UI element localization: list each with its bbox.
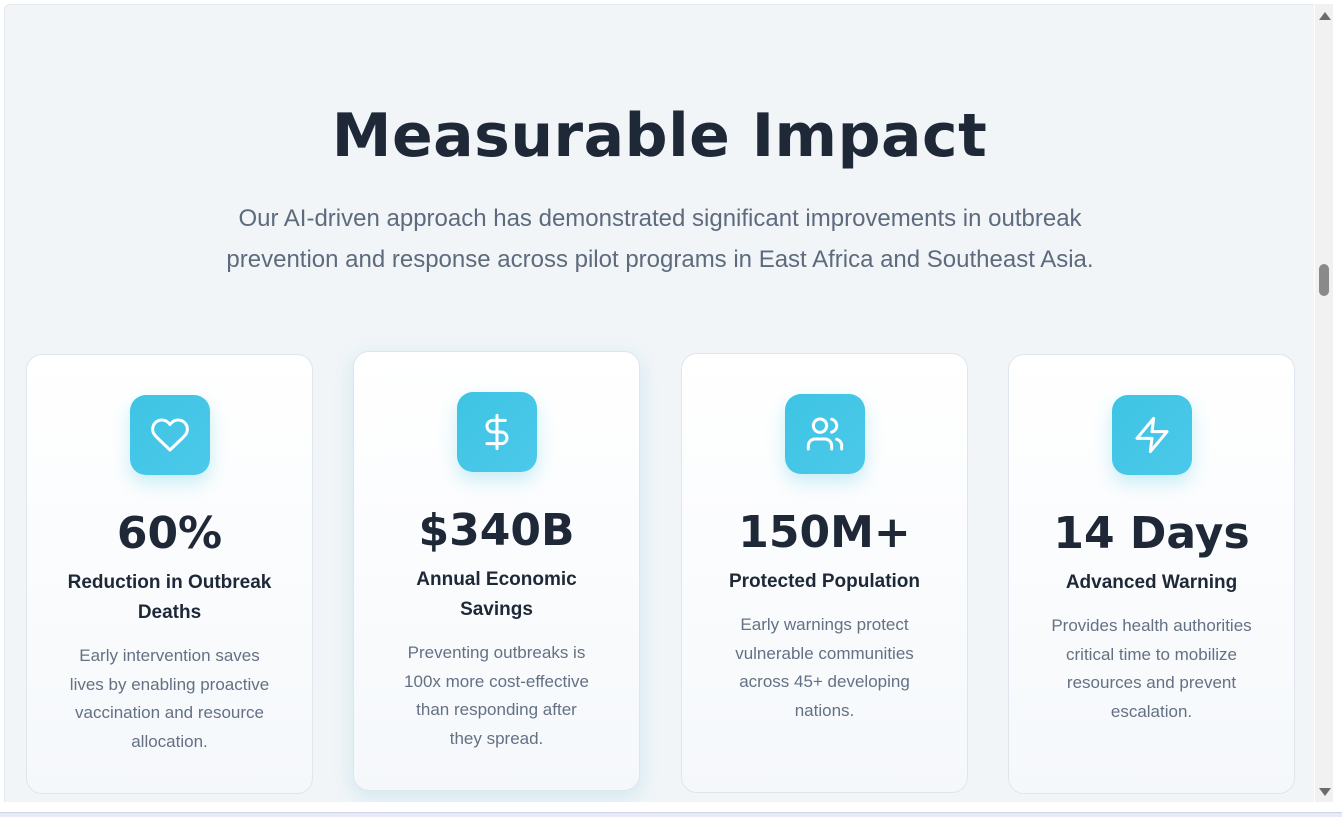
window-bottom-edge bbox=[0, 812, 1342, 817]
stat-value: 60% bbox=[116, 508, 223, 559]
stat-label-line-1: Reduction in Outbreak bbox=[67, 572, 272, 593]
desc-line: Preventing outbreaks is bbox=[407, 643, 586, 662]
desc-line: across 45+ developing bbox=[739, 672, 910, 691]
stat-label-line-2: Savings bbox=[460, 599, 533, 620]
stat-label: Reduction in Outbreak Deaths bbox=[57, 568, 282, 628]
scrollbar-thumb[interactable] bbox=[1319, 264, 1329, 296]
desc-line: critical time to mobilize bbox=[1066, 644, 1237, 664]
desc-line: than responding after bbox=[416, 700, 577, 719]
lightning-icon bbox=[1135, 416, 1168, 454]
stat-value: $340B bbox=[418, 505, 575, 556]
subtitle-line-2: prevention and response across pilot pro… bbox=[226, 246, 1094, 273]
stat-description: Early intervention saves lives by enabli… bbox=[63, 642, 276, 756]
stat-value: 150M+ bbox=[738, 507, 911, 558]
desc-line: Early intervention saves bbox=[79, 646, 260, 665]
stat-description: Preventing outbreaks is 100x more cost-e… bbox=[390, 639, 603, 753]
stat-label: Annual Economic Savings bbox=[384, 565, 609, 625]
stat-card-savings: $340B Annual Economic Savings Preventing… bbox=[353, 351, 640, 791]
stat-label-line-1: Annual Economic bbox=[416, 569, 577, 590]
desc-line: allocation. bbox=[131, 731, 208, 751]
stat-description: Provides health authorities critical tim… bbox=[1037, 612, 1266, 726]
stat-label-line-1: Advanced Warning bbox=[1065, 572, 1238, 593]
stat-card-population: 150M+ Protected Population Early warning… bbox=[681, 353, 968, 793]
desc-line: escalation. bbox=[1110, 701, 1193, 721]
desc-line: resources and prevent bbox=[1066, 673, 1237, 692]
desc-line: nations. bbox=[794, 700, 855, 720]
stat-card-deaths: 60% Reduction in Outbreak Deaths Early i… bbox=[26, 354, 313, 794]
section-title: Measurable Impact bbox=[331, 101, 988, 171]
stat-label: Protected Population bbox=[712, 567, 937, 597]
stat-label-line-1: Protected Population bbox=[728, 571, 921, 592]
desc-line: lives by enabling proactive bbox=[69, 674, 270, 694]
subtitle-line-1: Our AI-driven approach has demonstrated … bbox=[238, 205, 1082, 232]
scroll-down-arrow-icon[interactable] bbox=[1319, 788, 1331, 796]
scroll-up-arrow-icon[interactable] bbox=[1319, 12, 1331, 20]
stat-description: Early warnings protect vulnerable commun… bbox=[718, 611, 931, 725]
page-viewport: Measurable Impact Our AI-driven approach… bbox=[4, 4, 1314, 802]
stat-card-warning: 14 Days Advanced Warning Provides health… bbox=[1008, 354, 1295, 794]
lightning-icon-box bbox=[1111, 395, 1192, 475]
desc-line: vaccination and resource bbox=[74, 703, 264, 722]
users-icon-box bbox=[784, 394, 865, 474]
desc-line: Provides health authorities bbox=[1051, 616, 1252, 635]
desc-line: 100x more cost-effective bbox=[404, 671, 589, 691]
heart-icon-box bbox=[129, 395, 210, 475]
stat-label: Advanced Warning bbox=[1039, 568, 1264, 598]
section-subtitle: Our AI-driven approach has demonstrated … bbox=[205, 198, 1115, 280]
vertical-scrollbar[interactable] bbox=[1315, 4, 1333, 802]
dollar-icon-box bbox=[456, 392, 537, 472]
heart-icon bbox=[150, 418, 189, 452]
stat-value: 14 Days bbox=[1053, 508, 1250, 559]
desc-line: vulnerable communities bbox=[735, 643, 914, 663]
dollar-icon bbox=[485, 413, 508, 451]
users-icon bbox=[806, 417, 843, 451]
stat-label-line-2: Deaths bbox=[137, 602, 202, 623]
desc-line: Early warnings protect bbox=[740, 615, 909, 634]
desc-line: they spread. bbox=[449, 728, 544, 748]
